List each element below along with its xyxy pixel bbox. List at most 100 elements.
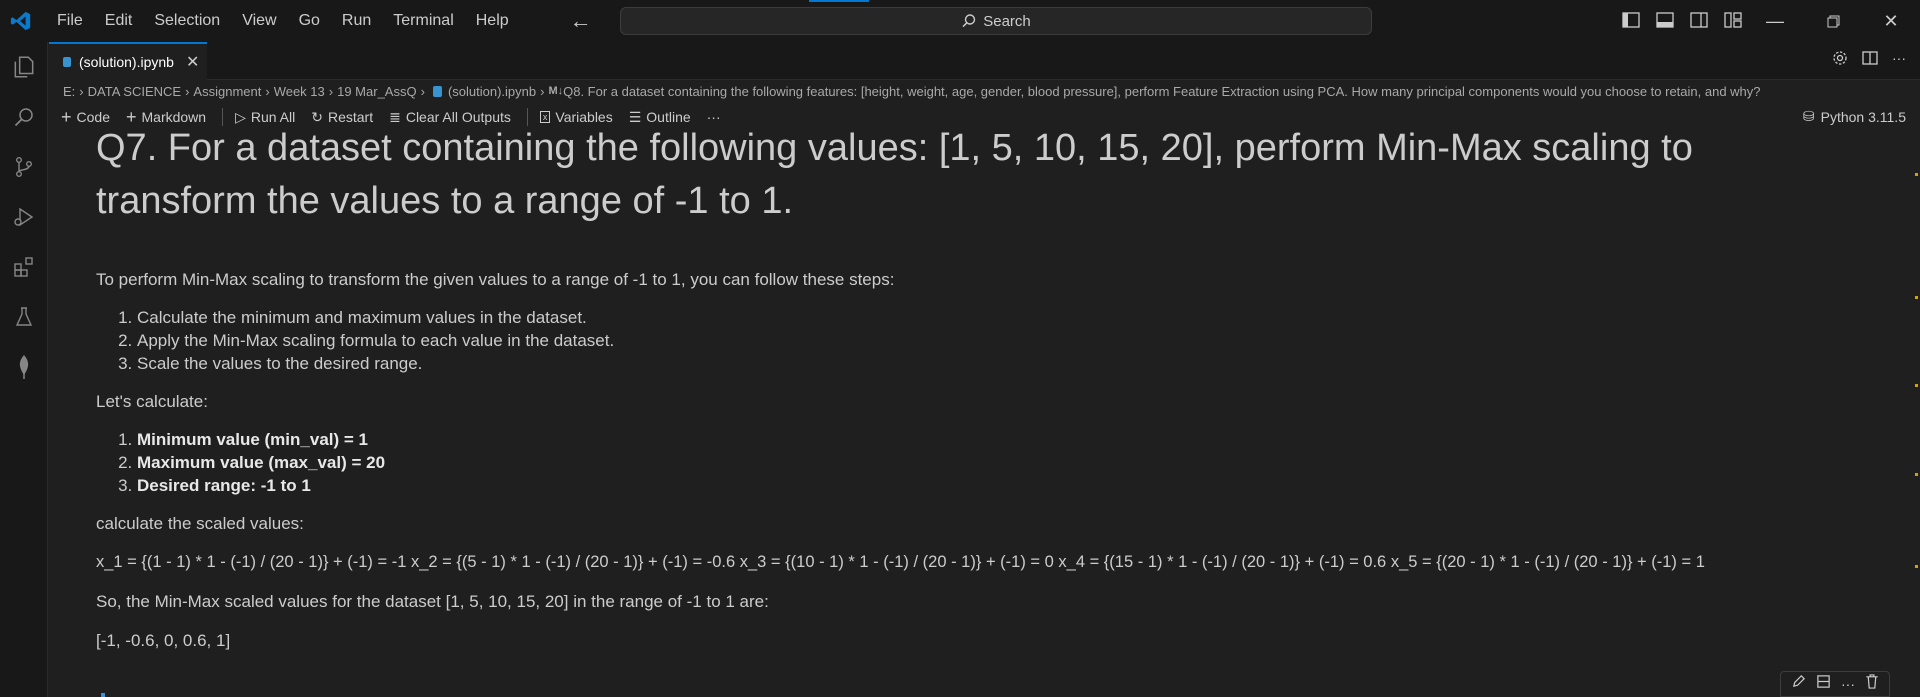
explorer-icon[interactable] xyxy=(0,42,48,92)
markdown-badge-icon: M↓ xyxy=(548,85,564,97)
more-actions-icon[interactable]: ··· xyxy=(1892,50,1906,71)
restart-button[interactable]: ↻ Restart xyxy=(311,109,373,126)
conclusion-text: So, the Min-Max scaled values for the da… xyxy=(96,592,769,611)
menu-view[interactable]: View xyxy=(231,0,287,42)
customize-layout-icon[interactable] xyxy=(1722,9,1744,31)
chevron-right-icon: › xyxy=(265,83,270,99)
menu-bar: File Edit Selection View Go Run Terminal… xyxy=(46,0,520,42)
notebook-file-icon xyxy=(432,85,442,97)
toggle-primary-sidebar-icon[interactable] xyxy=(1620,9,1642,31)
notebook-toolbar: + Code + Markdown ▷ Run All ↻ Restart ≣ Clear… xyxy=(49,104,1920,130)
breadcrumb-item[interactable]: 19 Mar_AssQ xyxy=(337,84,416,99)
breadcrumb-item[interactable]: Week 13 xyxy=(274,84,325,99)
breadcrumb: E: › DATA SCIENCE › Assignment › Week 13… xyxy=(49,80,1920,102)
plus-icon: + xyxy=(125,106,137,127)
back-arrow-icon[interactable]: ← xyxy=(570,8,592,34)
chevron-right-icon: › xyxy=(540,83,545,99)
result-text: [-1, -0.6, 0, 0.6, 1] xyxy=(96,631,231,650)
markdown-cell[interactable]: Q7. For a dataset containing the followi… xyxy=(96,130,1876,652)
outline-button[interactable]: ☰ Outline xyxy=(629,109,691,126)
intro-paragraph: To perform Min-Max scaling to transform … xyxy=(96,270,895,289)
more-actions-button[interactable]: ··· xyxy=(707,109,721,125)
variables-icon: x xyxy=(539,111,551,123)
close-icon[interactable]: ✕ xyxy=(186,52,199,72)
clear-outputs-icon: ≣ xyxy=(389,108,401,125)
split-editor-icon[interactable] xyxy=(1862,50,1878,71)
list-item: Desired range: -1 to 1 xyxy=(137,474,1876,497)
more-icon[interactable]: ··· xyxy=(1841,676,1855,692)
clear-all-outputs-button[interactable]: ≣ Clear All Outputs xyxy=(389,109,511,126)
window-controls: — ✕ xyxy=(1746,0,1920,42)
list-item: Apply the Min-Max scaling formula to eac… xyxy=(137,329,1876,352)
variables-button[interactable]: x Variables xyxy=(539,109,613,125)
chevron-right-icon: › xyxy=(328,83,334,99)
ruler-mark xyxy=(1915,473,1918,476)
chevron-right-icon: › xyxy=(79,83,84,99)
breadcrumb-cell[interactable]: Q8. For a dataset containing the followi… xyxy=(563,84,1760,99)
plus-icon: + xyxy=(61,106,72,127)
search-icon[interactable] xyxy=(0,92,48,142)
run-debug-icon[interactable] xyxy=(0,192,48,242)
list-item: Minimum value (min_val) = 1 xyxy=(137,428,1876,451)
minimize-icon[interactable]: — xyxy=(1746,0,1804,42)
testing-flask-icon[interactable] xyxy=(0,292,48,342)
run-all-button[interactable]: ▷ Run All xyxy=(235,109,295,126)
menu-run[interactable]: Run xyxy=(331,0,382,42)
formula-line: x_1 = {(1 - 1) * 1 - (-1) / (20 - 1)} + … xyxy=(96,553,1705,571)
editor-actions: ··· xyxy=(1832,50,1906,71)
ruler-mark xyxy=(1915,173,1918,176)
lets-calculate-text: Let's calculate: xyxy=(96,392,208,411)
cell-status-marker xyxy=(101,693,105,697)
chevron-right-icon: › xyxy=(420,83,425,99)
source-control-icon[interactable] xyxy=(0,142,48,192)
close-window-icon[interactable]: ✕ xyxy=(1862,0,1920,42)
breadcrumb-item[interactable]: E: xyxy=(63,84,75,99)
breadcrumb-item[interactable]: DATA SCIENCE xyxy=(88,84,181,99)
tab-solution-notebook[interactable]: (solution).ipynb ✕ xyxy=(49,42,207,80)
steps-list: Calculate the minimum and maximum values… xyxy=(137,306,1876,375)
restart-icon: ↻ xyxy=(311,108,323,125)
ruler-mark xyxy=(1915,296,1918,299)
split-cell-icon[interactable] xyxy=(1816,674,1831,694)
mongodb-leaf-icon[interactable] xyxy=(0,342,48,392)
layout-controls xyxy=(1620,9,1744,31)
list-item: Calculate the minimum and maximum values… xyxy=(137,306,1876,329)
editor-tabs: (solution).ipynb ✕ ··· xyxy=(49,42,1920,80)
heading-line-1: Q7. For a dataset containing the followi… xyxy=(96,130,1693,169)
breadcrumb-item[interactable]: (solution).ipynb xyxy=(448,84,536,99)
toggle-secondary-sidebar-icon[interactable] xyxy=(1688,9,1710,31)
delete-trash-icon[interactable] xyxy=(1865,674,1879,694)
activity-bar xyxy=(0,42,48,697)
menu-selection[interactable]: Selection xyxy=(143,0,231,42)
calculate-label: calculate the scaled values: xyxy=(96,514,304,533)
menu-edit[interactable]: Edit xyxy=(94,0,144,42)
vscode-logo-icon xyxy=(0,0,42,42)
command-center-search[interactable]: Search xyxy=(620,7,1372,35)
menu-file[interactable]: File xyxy=(46,0,94,42)
menu-terminal[interactable]: Terminal xyxy=(382,0,464,42)
search-label: Search xyxy=(983,12,1031,30)
gear-icon[interactable] xyxy=(1832,50,1848,71)
ruler-mark xyxy=(1915,565,1918,568)
list-item: Maximum value (max_val) = 20 xyxy=(137,451,1876,474)
chevron-right-icon: › xyxy=(185,83,190,99)
list-item: Scale the values to the desired range. xyxy=(137,352,1876,375)
search-icon xyxy=(962,14,976,28)
extensions-icon[interactable] xyxy=(0,242,48,292)
kernel-picker[interactable]: ⛁ Python 3.11.5 xyxy=(1803,108,1906,125)
add-code-button[interactable]: + Code xyxy=(61,107,110,128)
toggle-panel-icon[interactable] xyxy=(1654,9,1676,31)
search-accent-bar xyxy=(809,0,869,2)
add-markdown-button[interactable]: + Markdown xyxy=(126,107,206,128)
menu-help[interactable]: Help xyxy=(465,0,520,42)
heading-line-2: transform the values to a range of -1 to… xyxy=(96,180,794,222)
cell-toolbar: ··· xyxy=(1780,671,1890,697)
ruler-mark xyxy=(1915,384,1918,387)
breadcrumb-item[interactable]: Assignment xyxy=(193,84,261,99)
overview-ruler xyxy=(1914,130,1918,697)
toolbar-divider xyxy=(526,108,528,126)
menu-go[interactable]: Go xyxy=(288,0,331,42)
edit-pencil-icon[interactable] xyxy=(1791,674,1806,694)
restore-icon[interactable] xyxy=(1804,0,1862,42)
values-list: Minimum value (min_val) = 1 Maximum valu… xyxy=(137,428,1876,497)
